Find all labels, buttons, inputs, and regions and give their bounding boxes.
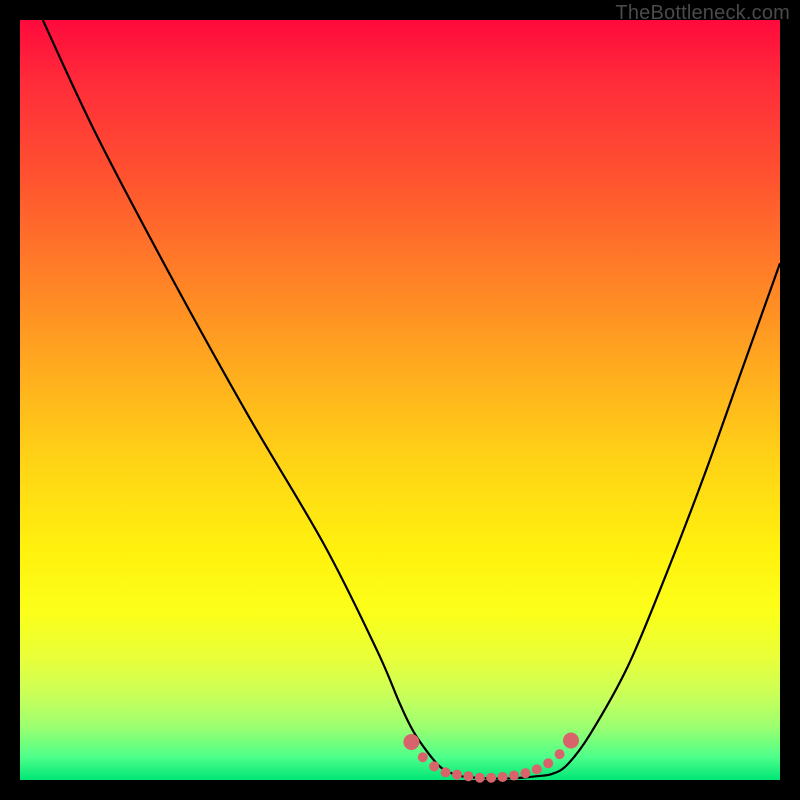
bottleneck-curve — [43, 20, 780, 779]
optimal-dot — [463, 771, 473, 781]
optimal-dot — [498, 772, 508, 782]
optimal-dot — [520, 768, 530, 778]
chart-svg — [20, 20, 780, 780]
optimal-dot — [452, 770, 462, 780]
optimal-dot — [429, 761, 439, 771]
optimal-dot — [563, 732, 579, 748]
optimal-dot — [543, 758, 553, 768]
optimal-dot — [555, 749, 565, 759]
optimal-dot — [532, 764, 542, 774]
watermark-text: TheBottleneck.com — [615, 2, 790, 25]
optimal-range-dots — [403, 732, 579, 782]
optimal-dot — [403, 734, 419, 750]
optimal-dot — [509, 770, 519, 780]
chart-stage: TheBottleneck.com — [0, 0, 800, 800]
optimal-dot — [486, 773, 496, 783]
optimal-dot — [475, 773, 485, 783]
optimal-dot — [441, 767, 451, 777]
optimal-dot — [418, 752, 428, 762]
